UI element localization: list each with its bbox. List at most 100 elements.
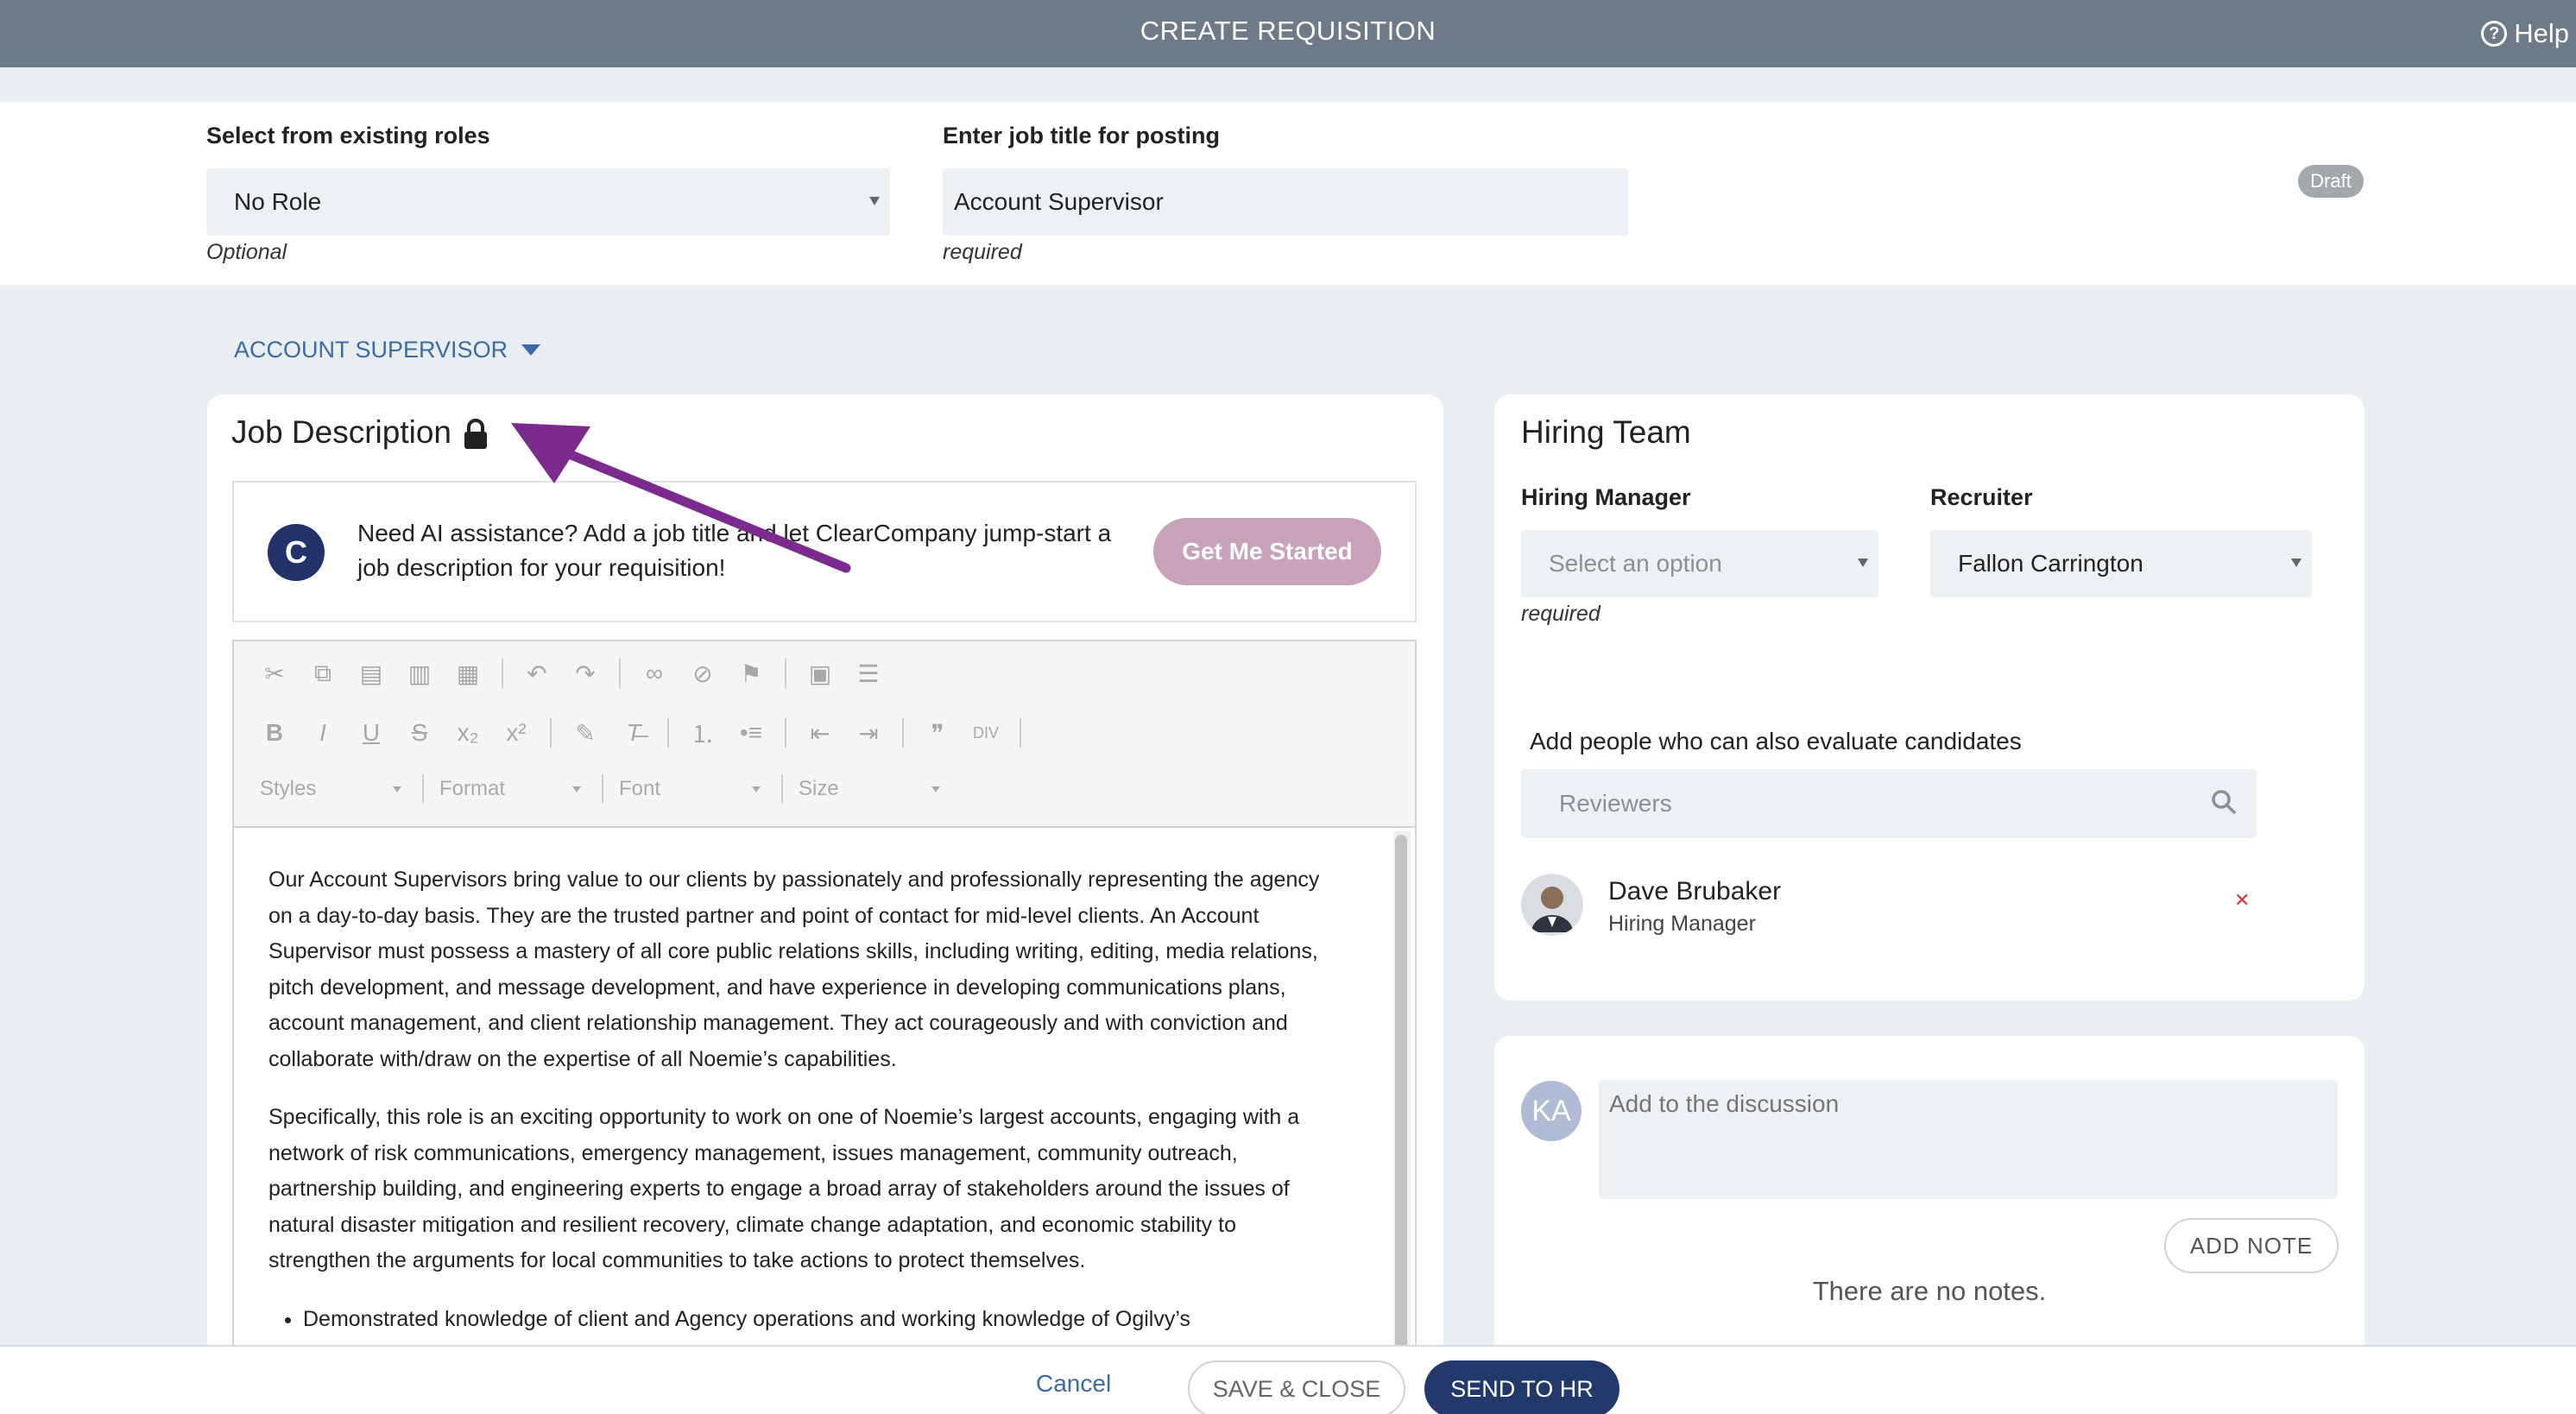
chevron-down-icon — [393, 786, 401, 792]
status-badge: Draft — [2298, 165, 2364, 198]
chevron-down-icon — [752, 786, 761, 792]
recruiter-select[interactable]: Fallon Carrington — [1930, 530, 2312, 597]
cancel-link[interactable]: Cancel — [1036, 1370, 1111, 1398]
unlink-icon[interactable]: ⊘ — [688, 660, 717, 688]
discussion-input[interactable] — [1599, 1080, 2338, 1199]
paste-icon[interactable]: ▤ — [357, 660, 386, 688]
toolbar-divider — [785, 718, 786, 748]
horizontal-line-icon[interactable]: ☰ — [854, 660, 883, 688]
toolbar-divider — [619, 659, 621, 688]
caret-down-icon — [521, 344, 541, 356]
chevron-down-icon — [1858, 559, 1868, 567]
existing-roles-select[interactable]: No Role — [206, 168, 890, 236]
send-to-hr-button[interactable]: SEND TO HR — [1424, 1360, 1619, 1414]
top-bar: CREATE REQUISITION ? Help — [0, 0, 2576, 67]
toolbar-divider — [667, 718, 669, 748]
copy-icon[interactable]: ⧉ — [308, 660, 338, 688]
reviewers-label: Add people who can also evaluate candida… — [1530, 728, 2022, 754]
reviewers-placeholder: Reviewers — [1559, 790, 1672, 817]
superscript-icon[interactable]: x² — [502, 719, 531, 747]
styles-select-label: Styles — [260, 777, 317, 800]
annotation-arrow — [511, 423, 851, 573]
anchor-flag-icon[interactable]: ⚑ — [736, 660, 766, 688]
hiring-team-title: Hiring Team — [1521, 414, 1691, 450]
member-role: Hiring Manager — [1608, 912, 1756, 936]
toolbar-divider — [1020, 718, 1021, 748]
toolbar-divider — [550, 718, 552, 748]
paste-word-icon[interactable]: ▦ — [453, 660, 483, 688]
help-link[interactable]: ? Help — [2481, 0, 2569, 67]
size-select[interactable]: Size — [799, 777, 945, 801]
hiring-manager-hint: required — [1521, 602, 1601, 626]
scrollbar-thumb[interactable] — [1395, 835, 1407, 1414]
italic-icon[interactable]: I — [308, 719, 338, 747]
format-select[interactable]: Format — [439, 777, 586, 801]
save-close-button[interactable]: SAVE & CLOSE — [1188, 1360, 1405, 1414]
existing-roles-value: No Role — [234, 188, 322, 215]
blockquote-icon[interactable]: ❞ — [923, 719, 952, 748]
clearcompany-logo-icon: C — [268, 524, 325, 581]
editor-toolbar: ✂ ⧉ ▤ ▥ ▦ ↶ ↷ ∞ ⊘ ⚑ ▣ ☰ B I U S x₂ x² ✎ … — [232, 640, 1417, 828]
format-select-label: Format — [439, 777, 506, 800]
help-label: Help — [2514, 18, 2569, 48]
chevron-down-icon — [931, 786, 940, 792]
copy-format-icon[interactable]: ✎ — [571, 719, 600, 748]
cut-icon[interactable]: ✂ — [260, 660, 289, 688]
add-note-button[interactable]: ADD NOTE — [2164, 1218, 2339, 1273]
hiring-manager-label: Hiring Manager — [1521, 484, 1691, 510]
remove-member-close-icon[interactable]: ✕ — [2234, 889, 2250, 912]
font-select[interactable]: Font — [619, 777, 766, 801]
page-title: CREATE REQUISITION — [1140, 16, 1436, 46]
job-title-label: Enter job title for posting — [943, 123, 1220, 148]
undo-icon[interactable]: ↶ — [522, 660, 552, 688]
help-icon: ? — [2481, 21, 2508, 47]
subscript-icon[interactable]: x₂ — [453, 719, 483, 747]
get-me-started-button[interactable]: Get Me Started — [1153, 518, 1381, 585]
div-container-icon[interactable]: DIV — [971, 724, 1001, 742]
decrease-indent-icon[interactable]: ⇤ — [805, 719, 835, 748]
increase-indent-icon[interactable]: ⇥ — [854, 719, 883, 748]
strikethrough-icon[interactable]: S — [405, 719, 434, 747]
chevron-down-icon — [572, 786, 581, 792]
existing-roles-label: Select from existing roles — [206, 123, 490, 148]
section-dropdown-toggle[interactable]: ACCOUNT SUPERVISOR — [234, 337, 541, 363]
existing-roles-hint: Optional — [206, 240, 287, 264]
job-title-input[interactable]: Account Supervisor — [943, 168, 1628, 236]
redo-icon[interactable]: ↷ — [571, 660, 600, 688]
toolbar-divider — [602, 774, 603, 804]
avatar — [1521, 874, 1583, 936]
avatar: KA — [1521, 1081, 1582, 1141]
styles-select[interactable]: Styles — [260, 777, 407, 801]
description-paragraph: Specifically, this role is an exciting o… — [268, 1105, 1300, 1272]
chevron-down-icon — [869, 197, 880, 205]
bulleted-list-icon[interactable]: •≡ — [736, 719, 766, 747]
toolbar-divider — [785, 659, 786, 688]
section-toggle-label: ACCOUNT SUPERVISOR — [234, 337, 508, 363]
toolbar-divider — [781, 774, 783, 804]
numbered-list-icon[interactable]: ⒈ — [688, 716, 717, 750]
job-title-hint: required — [943, 240, 1022, 264]
job-description-editor[interactable]: Our Account Supervisors bring value to o… — [232, 828, 1417, 1414]
editor-content: Our Account Supervisors bring value to o… — [268, 862, 1339, 1337]
underline-icon[interactable]: U — [357, 719, 386, 747]
image-icon[interactable]: ▣ — [805, 660, 835, 688]
toolbar-divider — [422, 774, 424, 804]
description-paragraph: Our Account Supervisors bring value to o… — [268, 868, 1320, 1071]
size-select-label: Size — [799, 777, 839, 800]
job-description-title: Job Description — [231, 414, 452, 450]
description-bullet: Demonstrated knowledge of client and Age… — [303, 1302, 1339, 1338]
search-icon[interactable] — [2210, 788, 2238, 816]
toolbar-divider — [902, 718, 904, 748]
chevron-down-icon — [2291, 559, 2301, 567]
toolbar-divider — [502, 659, 503, 688]
paste-text-icon[interactable]: ▥ — [405, 660, 434, 688]
no-notes-text: There are no notes. — [1812, 1276, 2047, 1306]
link-icon[interactable]: ∞ — [640, 660, 669, 687]
reviewers-search-input[interactable]: Reviewers — [1521, 769, 2257, 838]
font-select-label: Font — [619, 777, 661, 800]
hiring-manager-select[interactable]: Select an option — [1521, 530, 1878, 597]
job-title-value: Account Supervisor — [954, 188, 1164, 215]
bold-icon[interactable]: B — [260, 719, 289, 747]
remove-format-icon[interactable]: T̶ — [619, 719, 648, 747]
editor-scrollbar[interactable] — [1393, 831, 1411, 1414]
